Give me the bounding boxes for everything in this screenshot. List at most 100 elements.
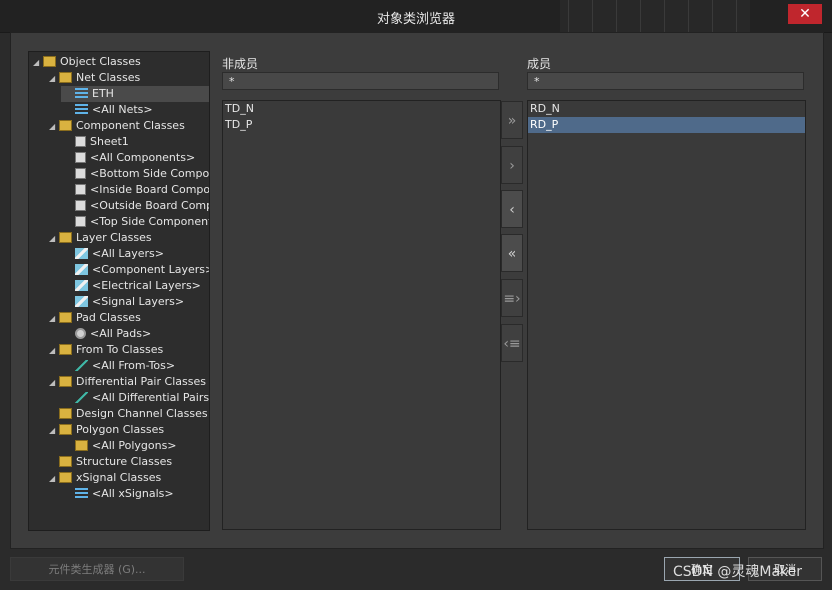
tree-node[interactable]: <Electrical Layers> bbox=[65, 278, 201, 294]
tree-node-label: Design Channel Classes bbox=[76, 407, 208, 420]
expand-arrow-icon[interactable]: ◢ bbox=[49, 231, 59, 247]
component-class-generator-button[interactable]: 元件类生成器 (G)... bbox=[10, 557, 184, 581]
tree-node[interactable]: <All xSignals> bbox=[65, 486, 174, 502]
dialog-body: ◢ Object Classes ◢ Net Classes ETH <All Nets>… bbox=[10, 32, 824, 549]
list-item[interactable]: RD_P bbox=[528, 117, 805, 133]
tree-node[interactable]: Structure Classes bbox=[49, 454, 172, 470]
expand-arrow-icon[interactable]: ◢ bbox=[49, 311, 59, 327]
tree-node-label: Net Classes bbox=[76, 71, 141, 84]
tree-node-label: <Signal Layers> bbox=[92, 295, 185, 308]
non-members-list[interactable]: TD_N TD_P bbox=[222, 100, 501, 530]
tree-node-label: ETH bbox=[92, 87, 114, 100]
members-list[interactable]: RD_N RD_P bbox=[527, 100, 806, 530]
close-icon[interactable]: ✕ bbox=[799, 6, 811, 22]
tree-node[interactable]: Design Channel Classes bbox=[49, 406, 208, 422]
close-button[interactable]: ✕ bbox=[788, 4, 822, 24]
tree-node[interactable]: <Bottom Side Compone bbox=[65, 166, 210, 182]
tree-node-label: <Outside Board Comp bbox=[90, 199, 210, 212]
expand-arrow-icon[interactable]: ◢ bbox=[33, 55, 43, 71]
layer-icon bbox=[75, 248, 88, 259]
net-icon bbox=[75, 88, 88, 99]
folder-icon bbox=[59, 472, 72, 483]
tree-node[interactable]: ETH bbox=[61, 86, 209, 102]
tree-node[interactable]: ◢ Polygon Classes bbox=[49, 422, 164, 438]
folder-icon bbox=[59, 120, 72, 131]
folder-icon bbox=[59, 408, 72, 419]
move-class-right-button[interactable]: ≡› bbox=[501, 279, 523, 317]
tree-node-label: <All Polygons> bbox=[92, 439, 177, 452]
polygon-icon bbox=[75, 440, 88, 451]
tree-node-label: <All xSignals> bbox=[92, 487, 174, 500]
tree-node-label: <All Layers> bbox=[92, 247, 164, 260]
component-icon bbox=[75, 168, 86, 179]
tree-node[interactable]: <Outside Board Comp bbox=[65, 198, 210, 214]
tree-node[interactable]: ◢ Differential Pair Classes bbox=[49, 374, 206, 390]
tree-node[interactable]: ◢ Component Classes bbox=[49, 118, 185, 134]
tree-node-label: Layer Classes bbox=[76, 231, 152, 244]
expand-arrow-icon[interactable]: ◢ bbox=[49, 375, 59, 391]
tree-node-label: <Electrical Layers> bbox=[92, 279, 201, 292]
expand-arrow-icon[interactable]: ◢ bbox=[49, 71, 59, 87]
expand-arrow-icon[interactable]: ◢ bbox=[49, 119, 59, 135]
tree-node-label: Sheet1 bbox=[90, 135, 129, 148]
expand-arrow-icon[interactable]: ◢ bbox=[49, 423, 59, 439]
list-item[interactable]: RD_N bbox=[528, 101, 805, 117]
move-all-left-button[interactable]: « bbox=[501, 234, 523, 272]
tree-node[interactable]: ◢ Net Classes bbox=[49, 70, 140, 86]
component-icon bbox=[75, 184, 86, 195]
list-item[interactable]: TD_P bbox=[223, 117, 500, 133]
tree-node[interactable]: <All Polygons> bbox=[65, 438, 177, 454]
class-tree[interactable]: ◢ Object Classes ◢ Net Classes ETH <All Nets>… bbox=[28, 51, 210, 531]
non-members-filter[interactable]: * bbox=[222, 72, 499, 90]
tree-node[interactable]: <All Components> bbox=[65, 150, 195, 166]
folder-icon bbox=[43, 56, 56, 67]
tree-node-label: xSignal Classes bbox=[76, 471, 162, 484]
tree-node[interactable]: <All Differential Pairs> bbox=[65, 390, 210, 406]
tree-node[interactable]: <Component Layers> bbox=[65, 262, 210, 278]
tree-node-label: Component Classes bbox=[76, 119, 185, 132]
title-bar: 对象类浏览器 ✕ bbox=[0, 0, 832, 33]
list-item[interactable]: TD_N bbox=[223, 101, 500, 117]
tree-node-label: <All Differential Pairs> bbox=[92, 391, 210, 404]
move-class-left-button[interactable]: ‹≡ bbox=[501, 324, 523, 362]
tree-node-label: <Bottom Side Compone bbox=[90, 167, 210, 180]
folder-icon bbox=[59, 312, 72, 323]
members-filter[interactable]: * bbox=[527, 72, 804, 90]
tree-node[interactable]: <All Layers> bbox=[65, 246, 164, 262]
tree-node[interactable]: <All From-Tos> bbox=[65, 358, 175, 374]
tree-node[interactable]: Sheet1 bbox=[65, 134, 129, 150]
tree-node[interactable]: <Signal Layers> bbox=[65, 294, 184, 310]
tree-node[interactable]: ◢ Object Classes bbox=[33, 54, 141, 70]
tree-node[interactable]: <Inside Board Compo bbox=[65, 182, 210, 198]
tree-node-label: <Component Layers> bbox=[92, 263, 210, 276]
tree-node-label: <Inside Board Compo bbox=[90, 183, 210, 196]
from-to-icon bbox=[75, 360, 88, 371]
folder-icon bbox=[59, 424, 72, 435]
move-right-button[interactable]: › bbox=[501, 146, 523, 184]
folder-icon bbox=[59, 232, 72, 243]
expand-arrow-icon[interactable]: ◢ bbox=[49, 343, 59, 359]
component-icon bbox=[75, 136, 86, 147]
tree-node[interactable]: ◢ xSignal Classes bbox=[49, 470, 161, 486]
tree-node[interactable]: ◢ Pad Classes bbox=[49, 310, 141, 326]
move-all-right-button[interactable]: » bbox=[501, 101, 523, 139]
expand-arrow-icon[interactable]: ◢ bbox=[49, 471, 59, 487]
tree-node-label: <Top Side Component bbox=[90, 215, 210, 228]
tree-node-label: <All Pads> bbox=[90, 327, 152, 340]
tree-node[interactable]: ◢ From To Classes bbox=[49, 342, 163, 358]
tree-node[interactable]: <All Nets> bbox=[65, 102, 153, 118]
layer-icon bbox=[75, 264, 88, 275]
component-icon bbox=[75, 200, 86, 211]
dialog-title: 对象类浏览器 bbox=[376, 12, 455, 27]
tree-node[interactable]: ◢ Layer Classes bbox=[49, 230, 152, 246]
members-heading: 成员 bbox=[527, 57, 552, 71]
move-left-button[interactable]: ‹ bbox=[501, 190, 523, 228]
folder-icon bbox=[59, 456, 72, 467]
tree-node[interactable]: <Top Side Component bbox=[65, 214, 210, 230]
tree-node-label: Pad Classes bbox=[76, 311, 141, 324]
tree-node-label: <All Nets> bbox=[92, 103, 153, 116]
tree-node[interactable]: <All Pads> bbox=[65, 326, 151, 342]
net-icon bbox=[75, 104, 88, 115]
component-icon bbox=[75, 152, 86, 163]
non-members-heading: 非成员 bbox=[222, 57, 259, 71]
